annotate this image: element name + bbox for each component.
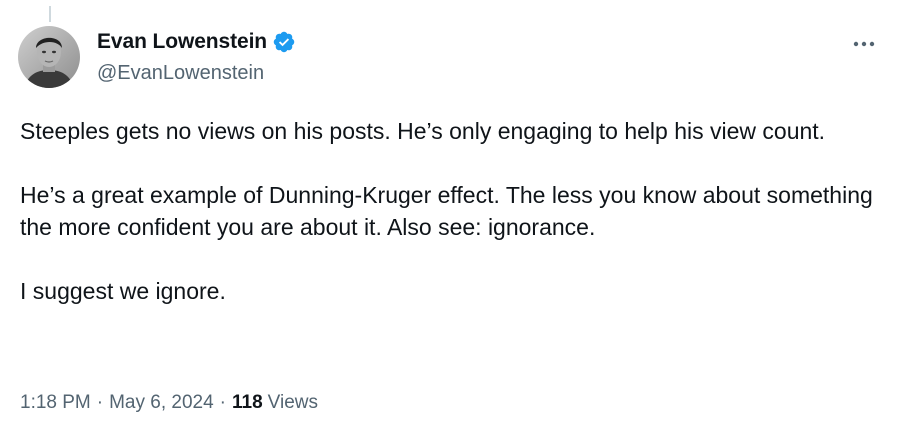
more-options-button[interactable] [847, 34, 881, 54]
verified-badge-icon [272, 30, 296, 54]
views-count: 118 [232, 392, 263, 413]
tweet-date[interactable]: May 6, 2024 [109, 392, 214, 414]
more-horizontal-icon [853, 41, 875, 47]
tweet-paragraph: He’s a great example of Dunning-Kruger e… [20, 182, 873, 240]
tweet-meta: 1:18 PM · May 6, 2024 · 118 Views [20, 392, 318, 414]
avatar[interactable] [18, 26, 80, 88]
tweet-paragraph: I suggest we ignore. [20, 278, 226, 304]
author-handle[interactable]: @EvanLowenstein [97, 62, 264, 85]
author-name-row: Evan Lowenstein [97, 30, 296, 54]
avatar-image [18, 26, 80, 88]
meta-separator: · [96, 392, 104, 413]
author-display-name[interactable]: Evan Lowenstein [97, 30, 267, 54]
meta-separator: · [219, 392, 226, 413]
tweet-time[interactable]: 1:18 PM [20, 392, 91, 414]
views-label[interactable]: Views [268, 392, 318, 414]
thread-connector-line [49, 6, 51, 22]
tweet-paragraph: Steeples gets no views on his posts. He’… [20, 118, 826, 144]
tweet-text: Steeples gets no views on his posts. He’… [20, 115, 880, 307]
